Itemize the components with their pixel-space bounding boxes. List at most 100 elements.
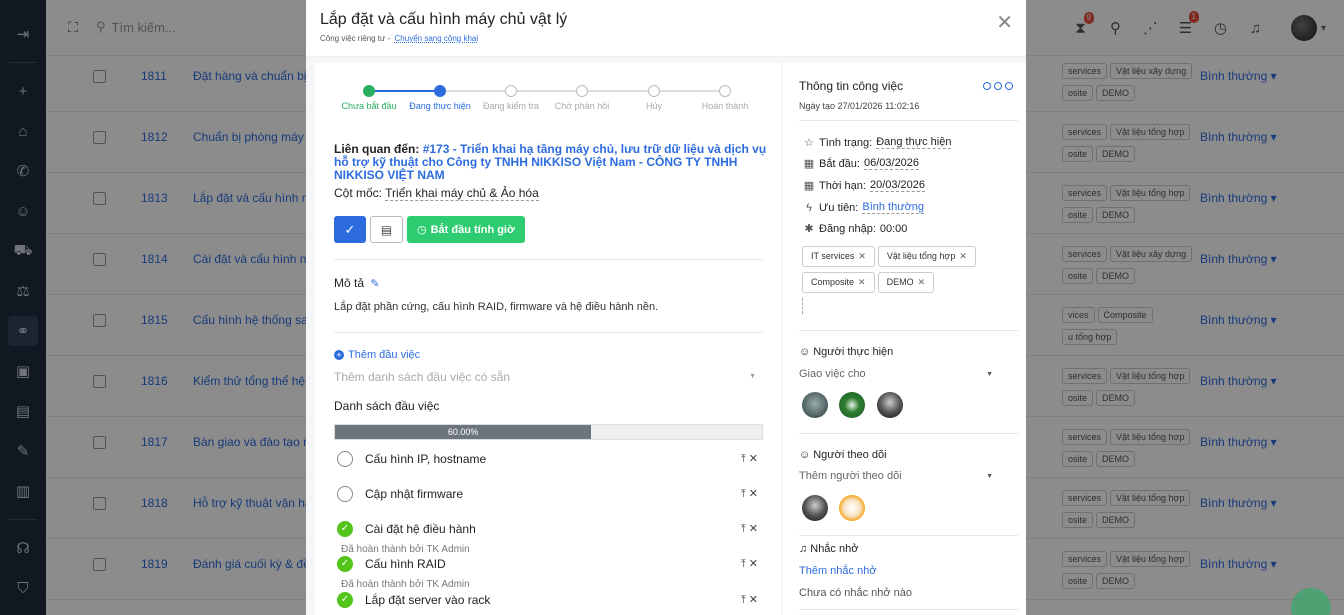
step-reviewing[interactable]: Đang kiểm tra	[476, 85, 546, 111]
step-in-progress[interactable]: Đang thực hiện	[405, 85, 475, 111]
close-icon[interactable]: ✕	[996, 10, 1013, 35]
description-heading: Mô tả ✎	[334, 276, 380, 290]
remove-tag-icon[interactable]: ✕	[918, 277, 926, 287]
status-label: Tình trạng:	[819, 136, 873, 149]
checklist-heading: Danh sách đầu việc	[334, 399, 440, 413]
privacy-label: Công việc riêng tư -	[320, 34, 391, 43]
check-circle-icon[interactable]: ✓	[337, 521, 353, 537]
modal-title: Lắp đặt và cấu hình máy chủ vật lý	[320, 11, 568, 28]
checklist-item-actions: ⤒ ✕	[741, 487, 758, 501]
assign-up-icon[interactable]: ⤒	[741, 558, 746, 570]
step-dot	[363, 85, 375, 97]
tag-label: DEMO	[886, 277, 914, 287]
remove-tag-icon[interactable]: ✕	[959, 251, 967, 261]
step-dot	[648, 85, 660, 97]
assign-up-icon[interactable]: ⤒	[741, 453, 746, 465]
mark-complete-button[interactable]: ✓	[334, 216, 366, 243]
step-label: Đang kiểm tra	[482, 101, 540, 111]
remove-tag-icon[interactable]: ✕	[858, 251, 866, 261]
step-label: Chưa bắt đầu	[341, 101, 397, 111]
info-title: Thông tin công việc	[799, 79, 904, 93]
assign-up-icon[interactable]: ⤒	[741, 488, 746, 500]
login-value: 00:00	[879, 222, 908, 235]
assign-placeholder: Giao việc cho	[799, 368, 866, 380]
follower-avatar[interactable]	[802, 495, 828, 521]
remove-tag-icon[interactable]: ✕	[858, 277, 866, 287]
divider	[799, 330, 1018, 331]
add-task-link[interactable]: + Thêm đầu việc	[334, 349, 420, 361]
task-modal: Lắp đặt và cấu hình máy chủ vật lý Công …	[306, 0, 1026, 615]
star-half-icon: ☆	[804, 137, 814, 149]
more-options-icon[interactable]	[983, 82, 1013, 90]
step-awaiting-feedback[interactable]: Chờ phản hồi	[547, 85, 617, 111]
start-timer-button[interactable]: ◷ Bắt đầu tính giờ	[407, 216, 525, 243]
checklist-item-name[interactable]: Lắp đặt server vào rack	[365, 593, 490, 607]
checklist-item-name[interactable]: Cấu hình RAID	[365, 557, 446, 571]
divider	[799, 535, 1018, 536]
tag-label: Composite	[811, 277, 855, 287]
delete-icon[interactable]: ✕	[749, 558, 758, 570]
bolt-icon: ϟ	[806, 201, 812, 214]
related-label: Liên quan đến:	[334, 142, 420, 156]
action-buttons: ✓ ▤ ◷ Bắt đầu tính giờ	[334, 216, 525, 243]
add-reminder-link[interactable]: Thêm nhắc nhở	[799, 565, 877, 577]
user-icon: ☺	[799, 346, 811, 358]
delete-icon[interactable]: ✕	[749, 453, 758, 465]
due-label: Thời hạn:	[819, 179, 866, 192]
checklist-item-actions: ⤒ ✕	[741, 522, 758, 536]
follower-avatar[interactable]	[839, 495, 865, 521]
step-not-started[interactable]: Chưa bắt đầu	[334, 85, 404, 111]
created-date: Ngày tạo 27/01/2026 11:02:16	[799, 101, 920, 111]
milestone-value[interactable]: Triển khai máy chủ & Ảo hóa	[385, 186, 539, 201]
divider	[334, 332, 763, 333]
edit-icon[interactable]: ✎	[370, 278, 379, 290]
description-title: Mô tả	[334, 276, 365, 290]
step-completed[interactable]: Hoàn thành	[690, 85, 760, 111]
delete-icon[interactable]: ✕	[749, 594, 758, 606]
circle-icon[interactable]	[337, 486, 353, 502]
tag-chip: IT services ✕	[802, 246, 875, 267]
tag-list: IT services ✕ Vật liệu tổng hợp ✕Composite ✕…	[802, 246, 1012, 298]
divider	[799, 433, 1018, 434]
checklist-item-name[interactable]: Cài đặt hệ điều hành	[365, 522, 476, 536]
login-field: ✱ Đăng nhập: 00:00	[803, 222, 908, 236]
checklist-item-name[interactable]: Cấu hình IP, hostname	[365, 452, 486, 466]
bell-icon: ♫	[799, 543, 808, 555]
follower-select[interactable]: Thêm người theo dõi ▼	[799, 470, 993, 482]
step-label: Đang thực hiện	[409, 101, 471, 111]
preset-checklist-select[interactable]: Thêm danh sách đầu việc có sẵn ▼	[334, 370, 756, 384]
due-date-value[interactable]: 20/03/2026	[869, 179, 926, 192]
delete-icon[interactable]: ✕	[749, 488, 758, 500]
checklist-item-actions: ⤒ ✕	[741, 452, 758, 466]
step-dot	[576, 85, 588, 97]
login-label: Đăng nhập:	[819, 222, 876, 235]
assign-up-icon[interactable]: ⤒	[741, 594, 746, 606]
assign-select[interactable]: Giao việc cho ▼	[799, 368, 993, 380]
status-value[interactable]: Đang thực hiện	[876, 136, 952, 149]
divider	[799, 609, 1018, 610]
status-stepper: Chưa bắt đầu Đang thực hiện Đang kiểm tr…	[334, 85, 748, 115]
timesheet-button[interactable]: ▤	[370, 216, 403, 243]
tag-chip: DEMO ✕	[877, 272, 935, 293]
make-public-link[interactable]: Chuyển sang công khai	[395, 34, 479, 43]
start-label: Bắt đầu:	[819, 157, 860, 170]
check-circle-icon[interactable]: ✓	[337, 592, 353, 608]
priority-label: Ưu tiên:	[819, 201, 859, 214]
checklist-item-name[interactable]: Cập nhật firmware	[365, 487, 463, 501]
assignee-avatar[interactable]	[877, 392, 903, 418]
priority-value[interactable]: Bình thường	[862, 201, 925, 214]
step-dot	[719, 85, 731, 97]
assign-up-icon[interactable]: ⤒	[741, 523, 746, 535]
assignee-avatar[interactable]	[839, 392, 865, 418]
no-reminder-text: Chưa có nhắc nhở nào	[799, 587, 913, 599]
check-circle-icon[interactable]: ✓	[337, 556, 353, 572]
tag-input[interactable]	[802, 298, 803, 314]
start-date-value[interactable]: 06/03/2026	[863, 157, 920, 170]
modal-body: Chưa bắt đầu Đang thực hiện Đang kiểm tr…	[306, 57, 1026, 615]
circle-icon[interactable]	[337, 451, 353, 467]
assignee-avatar[interactable]	[802, 392, 828, 418]
delete-icon[interactable]: ✕	[749, 523, 758, 535]
step-cancelled[interactable]: Hủy	[619, 85, 689, 111]
follower-placeholder: Thêm người theo dõi	[799, 470, 902, 482]
asterisk-icon: ✱	[804, 223, 814, 235]
